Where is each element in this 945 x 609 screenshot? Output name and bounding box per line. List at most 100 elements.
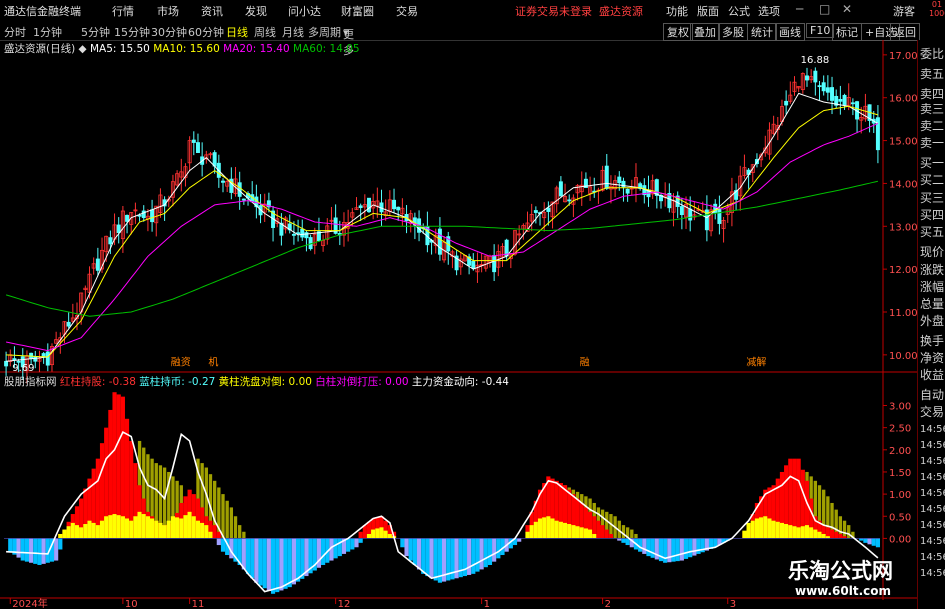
blue-bar <box>675 538 680 562</box>
yellow-bar <box>750 520 755 539</box>
side-item[interactable]: 涨跌 <box>920 261 944 278</box>
series-line-ma20 <box>5 122 879 352</box>
yellow-bar <box>592 533 597 539</box>
olive-bar <box>621 525 626 539</box>
side-item[interactable]: 买三 <box>920 189 944 206</box>
side-item[interactable]: 外盘 <box>920 312 944 329</box>
blue-bar <box>667 538 672 563</box>
blue-bar <box>692 538 697 556</box>
candle <box>437 228 442 255</box>
blue-bar <box>354 538 359 548</box>
yellow-bar <box>575 526 580 539</box>
side-item[interactable]: 卖一 <box>920 134 944 151</box>
olive-bar <box>634 533 638 539</box>
side-item[interactable]: 净资 <box>920 349 944 366</box>
yellow-bar <box>129 520 134 539</box>
y-tick-label: 2.00 <box>889 446 911 457</box>
blue-bar <box>216 538 221 546</box>
settings-diamond-icon[interactable]: ◆ <box>79 43 87 55</box>
yellow-bar <box>175 517 180 539</box>
blue-bar <box>258 538 263 586</box>
yellow-bar <box>387 533 392 539</box>
stock-chart[interactable]: 17.0016.0015.0014.0013.0012.0011.0010.00… <box>0 0 945 609</box>
blue-bar <box>321 538 326 565</box>
blue-bar <box>58 538 63 550</box>
candle <box>688 208 693 221</box>
side-item[interactable]: 自动 <box>920 386 944 403</box>
candle <box>567 199 572 202</box>
yellow-bar <box>58 533 63 539</box>
yellow-bar <box>124 518 130 539</box>
yellow-bar <box>375 528 380 539</box>
candle <box>41 353 46 357</box>
x-tick-label: 2 <box>605 599 611 609</box>
candle <box>492 255 497 273</box>
quote-side-panel: 委比 卖五 卖四 卖三 卖二 卖一 买一 买二 买三 买四 买五 现价 涨跌 涨… <box>917 40 945 609</box>
yellow-bar <box>771 520 776 539</box>
yellow-bar <box>804 525 810 539</box>
yellow-bar <box>79 527 84 539</box>
candle <box>817 85 822 88</box>
candle <box>358 205 363 209</box>
side-item[interactable]: 卖三 <box>920 100 944 117</box>
side-item[interactable]: 涨幅 <box>920 278 944 295</box>
legend-red-bar: 红柱持股: -0.38 <box>59 376 136 388</box>
side-item[interactable]: 卖五 <box>920 65 944 82</box>
yellow-bar <box>208 531 213 539</box>
blue-bar <box>54 538 59 561</box>
watermark-url: www.60lt.com <box>795 584 892 598</box>
side-item[interactable]: 买一 <box>920 154 944 171</box>
side-item[interactable]: 买四 <box>920 206 944 223</box>
side-item[interactable]: 买五 <box>920 223 944 240</box>
blue-bar <box>266 538 271 592</box>
olive-bar <box>630 529 634 539</box>
legend-ma5: MA5: 15.50 <box>89 43 150 55</box>
blue-bar <box>696 538 701 554</box>
yellow-bar <box>817 531 822 539</box>
yellow-bar <box>141 514 146 539</box>
x-tick-label: 12 <box>338 599 351 609</box>
olive-bar <box>229 507 234 539</box>
side-item[interactable]: 换手 <box>920 332 944 349</box>
chart-annotation: 9.69 <box>12 363 34 374</box>
candle <box>471 260 476 269</box>
yellow-bar <box>187 511 192 539</box>
side-item[interactable]: 买二 <box>920 171 944 188</box>
yellow-bar <box>62 529 67 539</box>
yellow-bar <box>571 525 576 539</box>
candle <box>291 233 296 236</box>
yellow-bar <box>116 515 121 539</box>
candle <box>654 179 659 196</box>
yellow-bar <box>379 527 384 539</box>
yellow-bar <box>204 525 209 539</box>
y-tick-label: 10.00 <box>889 351 918 362</box>
blue-bar <box>425 538 430 577</box>
candle <box>300 228 305 238</box>
legend-ma60: MA60: 14.05 <box>293 43 360 55</box>
side-item[interactable]: 收益 <box>920 366 944 383</box>
blue-bar <box>412 538 417 565</box>
blue-bar <box>41 538 46 564</box>
side-item[interactable]: 总量 <box>920 295 944 312</box>
yellow-bar <box>529 525 534 539</box>
yellow-bar <box>191 516 196 539</box>
blue-bar <box>638 538 643 552</box>
side-item[interactable]: 交易 <box>920 403 944 420</box>
price-legend: 盛达资源(日线) ◆ MA5: 15.50 MA10: 15.60 MA20: … <box>4 41 360 56</box>
blue-bar <box>400 538 405 548</box>
x-tick-label: 10 <box>125 599 138 609</box>
x-tick-label: 1 <box>484 599 490 609</box>
y-tick-label: 1.00 <box>889 490 911 501</box>
blue-bar <box>29 538 34 563</box>
yellow-bar <box>66 526 71 539</box>
yellow-bar <box>170 516 176 539</box>
candle <box>821 82 826 92</box>
side-item[interactable]: 现价 <box>920 243 944 260</box>
side-item[interactable]: 委比 <box>920 45 944 62</box>
red-bar <box>600 525 605 539</box>
blue-bar <box>863 538 868 543</box>
candle <box>784 100 789 106</box>
yellow-bar <box>792 526 797 539</box>
candle <box>830 87 835 101</box>
side-item[interactable]: 卖二 <box>920 117 944 134</box>
